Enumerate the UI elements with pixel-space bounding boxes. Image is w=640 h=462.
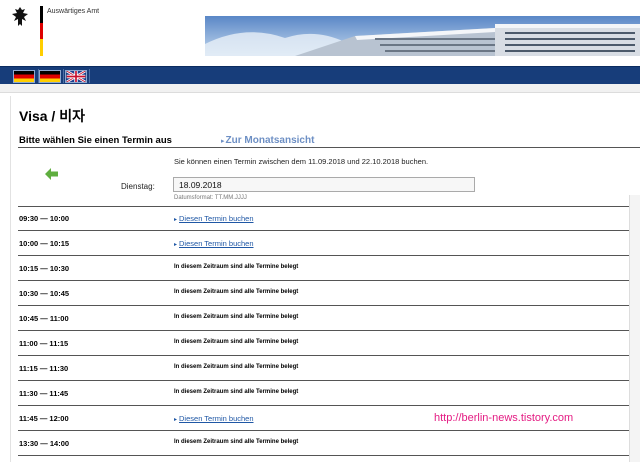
nav-divider <box>63 69 64 83</box>
slot-full-status: In diesem Zeitraum sind alle Termine bel… <box>174 264 299 270</box>
heading-divider <box>18 147 640 148</box>
appointment-panel: Visa / 비자 Bitte wählen Sie einen Termin … <box>10 96 640 462</box>
slot-time: 10:15 — 10:30 <box>19 264 70 273</box>
page-title: Visa / 비자 <box>19 108 85 124</box>
page-scrollbar[interactable] <box>629 195 640 462</box>
brand-name: Auswärtiges Amt <box>47 8 100 15</box>
date-format-hint: Datumsformat: TT.MM.JJJJ <box>174 195 247 201</box>
slot-time: 11:00 — 11:15 <box>19 339 69 348</box>
slot-time: 09:30 — 10:00 <box>19 214 70 223</box>
month-view-link[interactable]: ▸Zur Monatsansicht <box>221 135 314 146</box>
slot-time: 10:00 — 10:15 <box>19 239 70 248</box>
date-label: Dienstag: <box>121 182 155 191</box>
slot-row: 10:45 — 11:00 In diesem Zeitraum sind al… <box>11 306 640 331</box>
month-view-label: Zur Monatsansicht <box>225 135 315 146</box>
slot-time: 13:30 — 14:00 <box>19 439 70 448</box>
triangle-right-icon: ▸ <box>221 138 225 145</box>
slot-full-status: In diesem Zeitraum sind alle Termine bel… <box>174 289 299 295</box>
slot-time: 10:30 — 10:45 <box>19 289 70 298</box>
slot-full-status: In diesem Zeitraum sind alle Termine bel… <box>174 339 299 345</box>
watermark-url: http://berlin-news.tistory.com <box>434 412 574 424</box>
nav-shadow <box>0 84 640 93</box>
slot-row: 13:30 — 14:00 In diesem Zeitraum sind al… <box>11 431 640 456</box>
banner-image <box>205 16 640 56</box>
previous-day-arrow-icon[interactable] <box>45 168 59 180</box>
slot-row: 11:30 — 11:45 In diesem Zeitraum sind al… <box>11 381 640 406</box>
german-flag-icon[interactable] <box>39 70 61 83</box>
slot-row: 10:00 — 10:15 ▸ Diesen Termin buchen <box>11 231 640 256</box>
slot-row: 09:30 — 10:00 ▸ Diesen Termin buchen <box>11 206 640 231</box>
date-input[interactable] <box>173 177 475 192</box>
book-slot-link[interactable]: ▸ Diesen Termin buchen <box>174 214 254 223</box>
slot-time: 11:45 — 12:00 <box>19 414 69 423</box>
nav-divider <box>89 69 90 83</box>
slot-row: 11:15 — 11:30 In diesem Zeitraum sind al… <box>11 356 640 381</box>
flag-bar <box>40 6 43 56</box>
slot-full-status: In diesem Zeitraum sind alle Termine bel… <box>174 364 299 370</box>
slot-time: 11:15 — 11:30 <box>19 364 69 373</box>
slot-full-status: In diesem Zeitraum sind alle Termine bel… <box>174 389 299 395</box>
slot-time: 10:45 — 11:00 <box>19 314 69 323</box>
uk-flag-icon[interactable] <box>65 70 87 83</box>
site-header: Auswärtiges Amt <box>0 0 640 66</box>
slot-row: 11:00 — 11:15 In diesem Zeitraum sind al… <box>11 331 640 356</box>
german-flag-icon[interactable] <box>13 70 35 83</box>
eagle-icon <box>12 7 28 26</box>
language-bar <box>0 66 640 85</box>
slot-row: 10:30 — 10:45 In diesem Zeitraum sind al… <box>11 281 640 306</box>
slot-row: 10:15 — 10:30 In diesem Zeitraum sind al… <box>11 256 640 281</box>
slot-full-status: In diesem Zeitraum sind alle Termine bel… <box>174 439 299 445</box>
book-slot-link[interactable]: ▸ Diesen Termin buchen <box>174 414 254 423</box>
select-appointment-heading: Bitte wählen Sie einen Termin aus <box>19 135 172 146</box>
slot-time: 11:30 — 11:45 <box>19 389 69 398</box>
booking-range-info: Sie können einen Termin zwischen dem 11.… <box>174 157 429 166</box>
slot-full-status: In diesem Zeitraum sind alle Termine bel… <box>174 314 299 320</box>
book-slot-link[interactable]: ▸ Diesen Termin buchen <box>174 239 254 248</box>
auswaertiges-amt-logo[interactable]: Auswärtiges Amt <box>10 6 120 56</box>
